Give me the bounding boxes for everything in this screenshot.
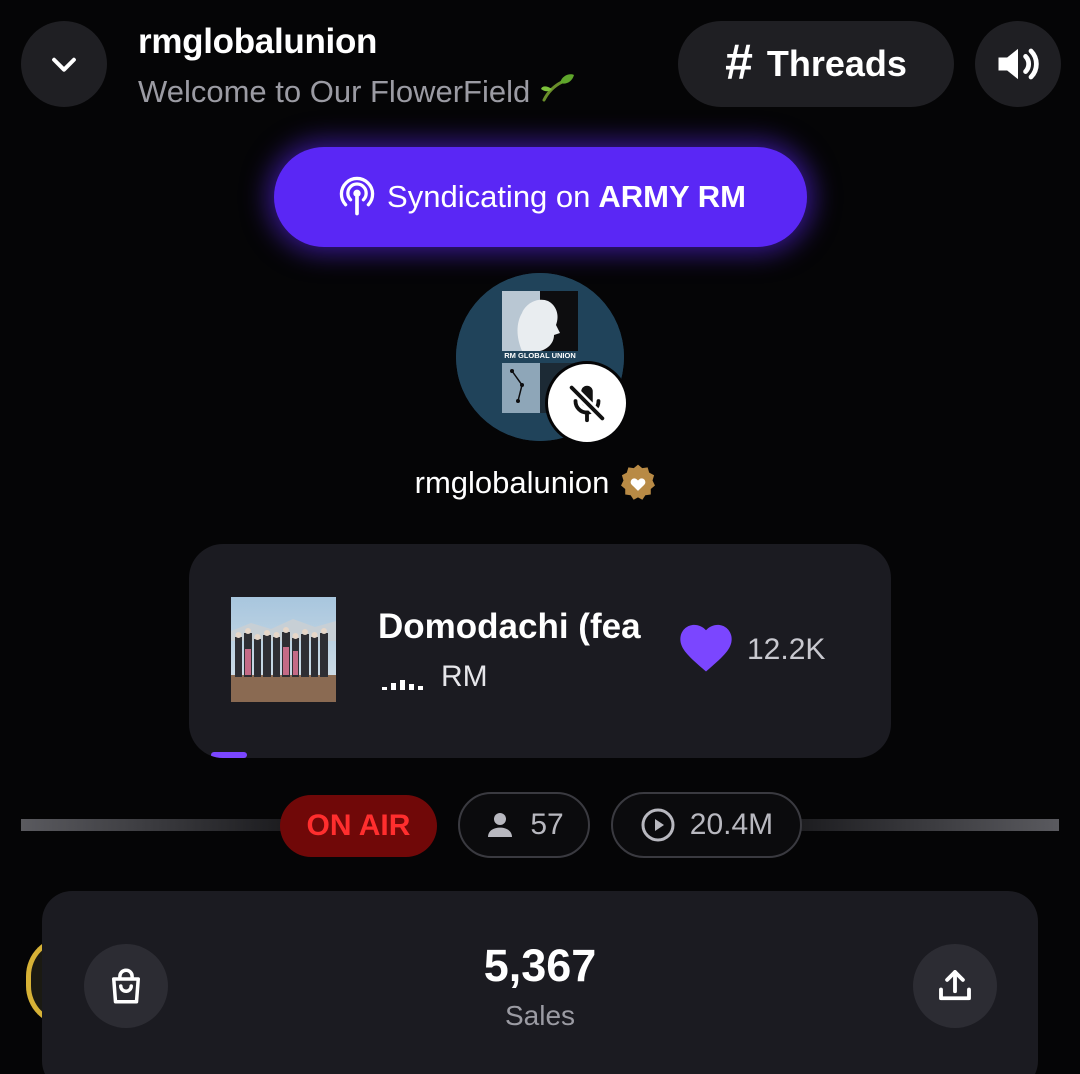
track-title: Domodachi (fea	[378, 607, 641, 646]
like-count: 12.2K	[747, 633, 826, 666]
threads-button[interactable]: # Threads	[678, 21, 954, 107]
person-icon	[488, 813, 513, 837]
divider-right	[790, 819, 1059, 831]
threads-label: Threads	[766, 43, 907, 84]
syndicating-channel: ARMY RM	[598, 179, 746, 214]
listeners-pill[interactable]: 57	[458, 792, 590, 858]
share-button[interactable]	[913, 944, 997, 1028]
mic-off-icon	[567, 383, 607, 423]
plays-pill[interactable]: 20.4M	[611, 792, 802, 858]
track-progress-bar	[211, 752, 247, 758]
verified-badge-icon	[621, 464, 656, 500]
speaker-icon	[998, 48, 1039, 80]
listener-count: 57	[530, 808, 564, 841]
sound-button[interactable]	[975, 21, 1061, 107]
chevron-down-icon	[52, 57, 76, 72]
sprout-icon	[538, 72, 576, 112]
track-artist: RM	[441, 660, 488, 693]
room-subtitle: Welcome to Our FlowerField	[138, 72, 576, 112]
mic-muted-badge	[545, 361, 629, 445]
equalizer-icon	[382, 676, 423, 690]
like-button[interactable]	[678, 621, 734, 678]
album-cover	[231, 597, 336, 702]
avatar-logo-text: RM GLOBAL UNION	[504, 351, 576, 360]
host-name-row: rmglobalunion	[0, 462, 1080, 504]
podcast-icon	[339, 176, 375, 216]
play-count: 20.4M	[689, 808, 774, 841]
on-air-badge: ON AIR	[280, 795, 437, 857]
host-name: rmglobalunion	[414, 465, 610, 500]
divider-left	[21, 819, 291, 831]
syndicating-button[interactable]: Syndicating on ARMY RM	[274, 147, 807, 247]
collapse-button[interactable]	[21, 21, 107, 107]
hashtag-icon: #	[725, 34, 753, 90]
play-circle-icon	[641, 808, 675, 842]
heart-icon	[680, 624, 732, 672]
syndicating-prefix: Syndicating on	[387, 179, 591, 214]
room-subtitle-text: Welcome to Our FlowerField	[138, 74, 531, 109]
room-title: rmglobalunion	[138, 22, 378, 61]
now-playing-card[interactable]: Domodachi (fea RM 12.2K	[189, 544, 891, 758]
share-upload-icon	[939, 970, 971, 1001]
